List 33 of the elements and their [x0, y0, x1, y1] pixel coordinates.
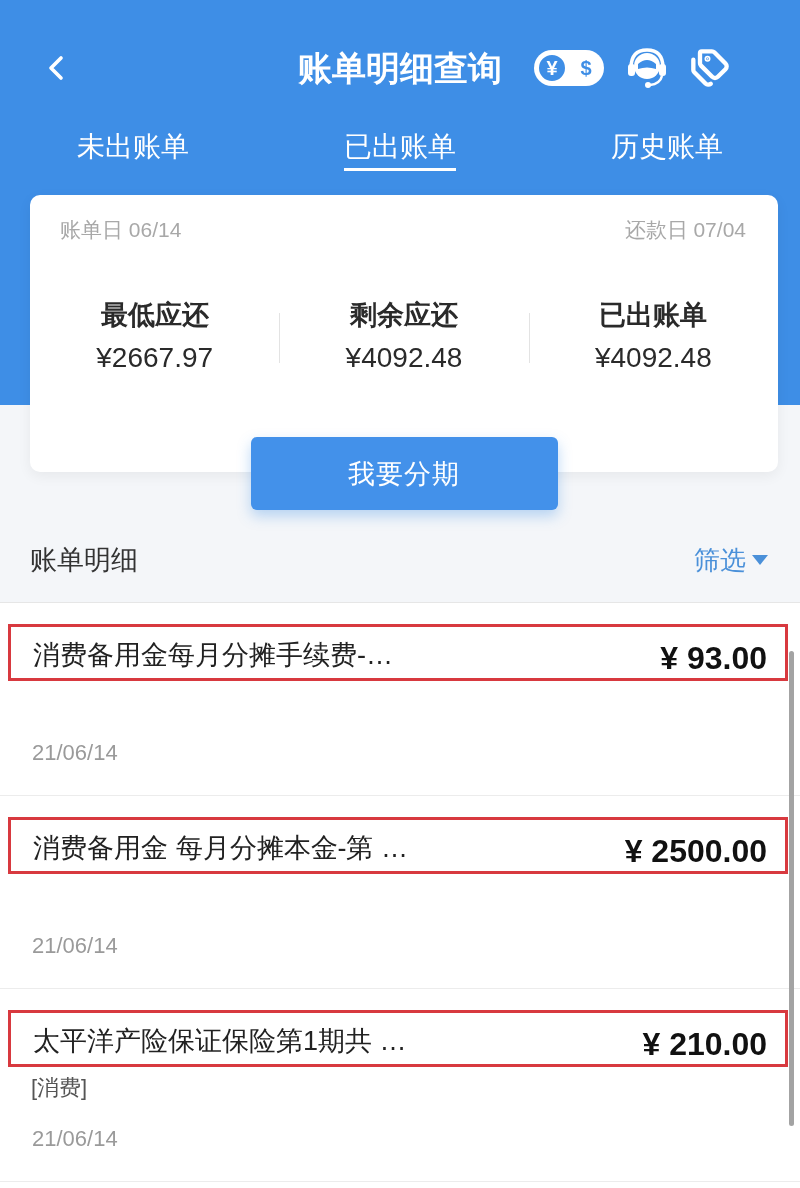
transaction-date: 21/06/14: [31, 739, 118, 767]
currency-option[interactable]: ¥: [537, 53, 567, 83]
transaction-date: 21/06/14: [31, 932, 118, 960]
transaction-date: 21/06/14: [31, 1125, 118, 1153]
installment-button[interactable]: 我要分期: [250, 437, 558, 510]
due-date: 还款日 07/04: [624, 217, 746, 243]
bill-date: 账单日 06/14: [60, 217, 182, 243]
summary-label: 剩余应还: [350, 299, 458, 332]
customer-service-button[interactable]: [626, 47, 668, 89]
summary-amount: ¥4092.48: [594, 341, 712, 375]
summary-label: 最低应还: [100, 299, 209, 332]
page-title: 账单明细查询: [298, 48, 502, 89]
transaction-title: 消费备用金 每月分摊本金-第 …: [33, 831, 408, 865]
section-title: 账单明细: [30, 544, 138, 577]
transaction-category: [消费]: [30, 1074, 88, 1102]
transaction-amount: ¥ 93.00: [660, 638, 767, 678]
currency-toggle[interactable]: ¥ $: [534, 50, 604, 86]
tab[interactable]: 历史账单: [610, 129, 723, 171]
summary-amount: ¥4092.48: [345, 341, 463, 375]
tab[interactable]: 已出账单: [344, 129, 456, 171]
caret-down-icon: [752, 555, 768, 565]
transaction-amount: ¥ 210.00: [642, 1024, 767, 1064]
summary-amount: ¥2667.97: [96, 341, 214, 375]
transaction-title: 消费备用金每月分摊手续费-…: [33, 638, 393, 672]
headset-icon: [626, 47, 668, 89]
tab[interactable]: 未出账单: [77, 129, 190, 171]
coupon-button[interactable]: [690, 48, 730, 88]
transaction-amount: ¥ 2500.00: [624, 831, 767, 871]
tags-icon: [690, 48, 730, 88]
transaction-title: 太平洋产险保证保险第1期共 …: [33, 1024, 407, 1058]
filter-button[interactable]: 筛选: [694, 540, 768, 580]
currency-option[interactable]: $: [571, 53, 601, 83]
summary-label: 已出账单: [599, 299, 708, 332]
